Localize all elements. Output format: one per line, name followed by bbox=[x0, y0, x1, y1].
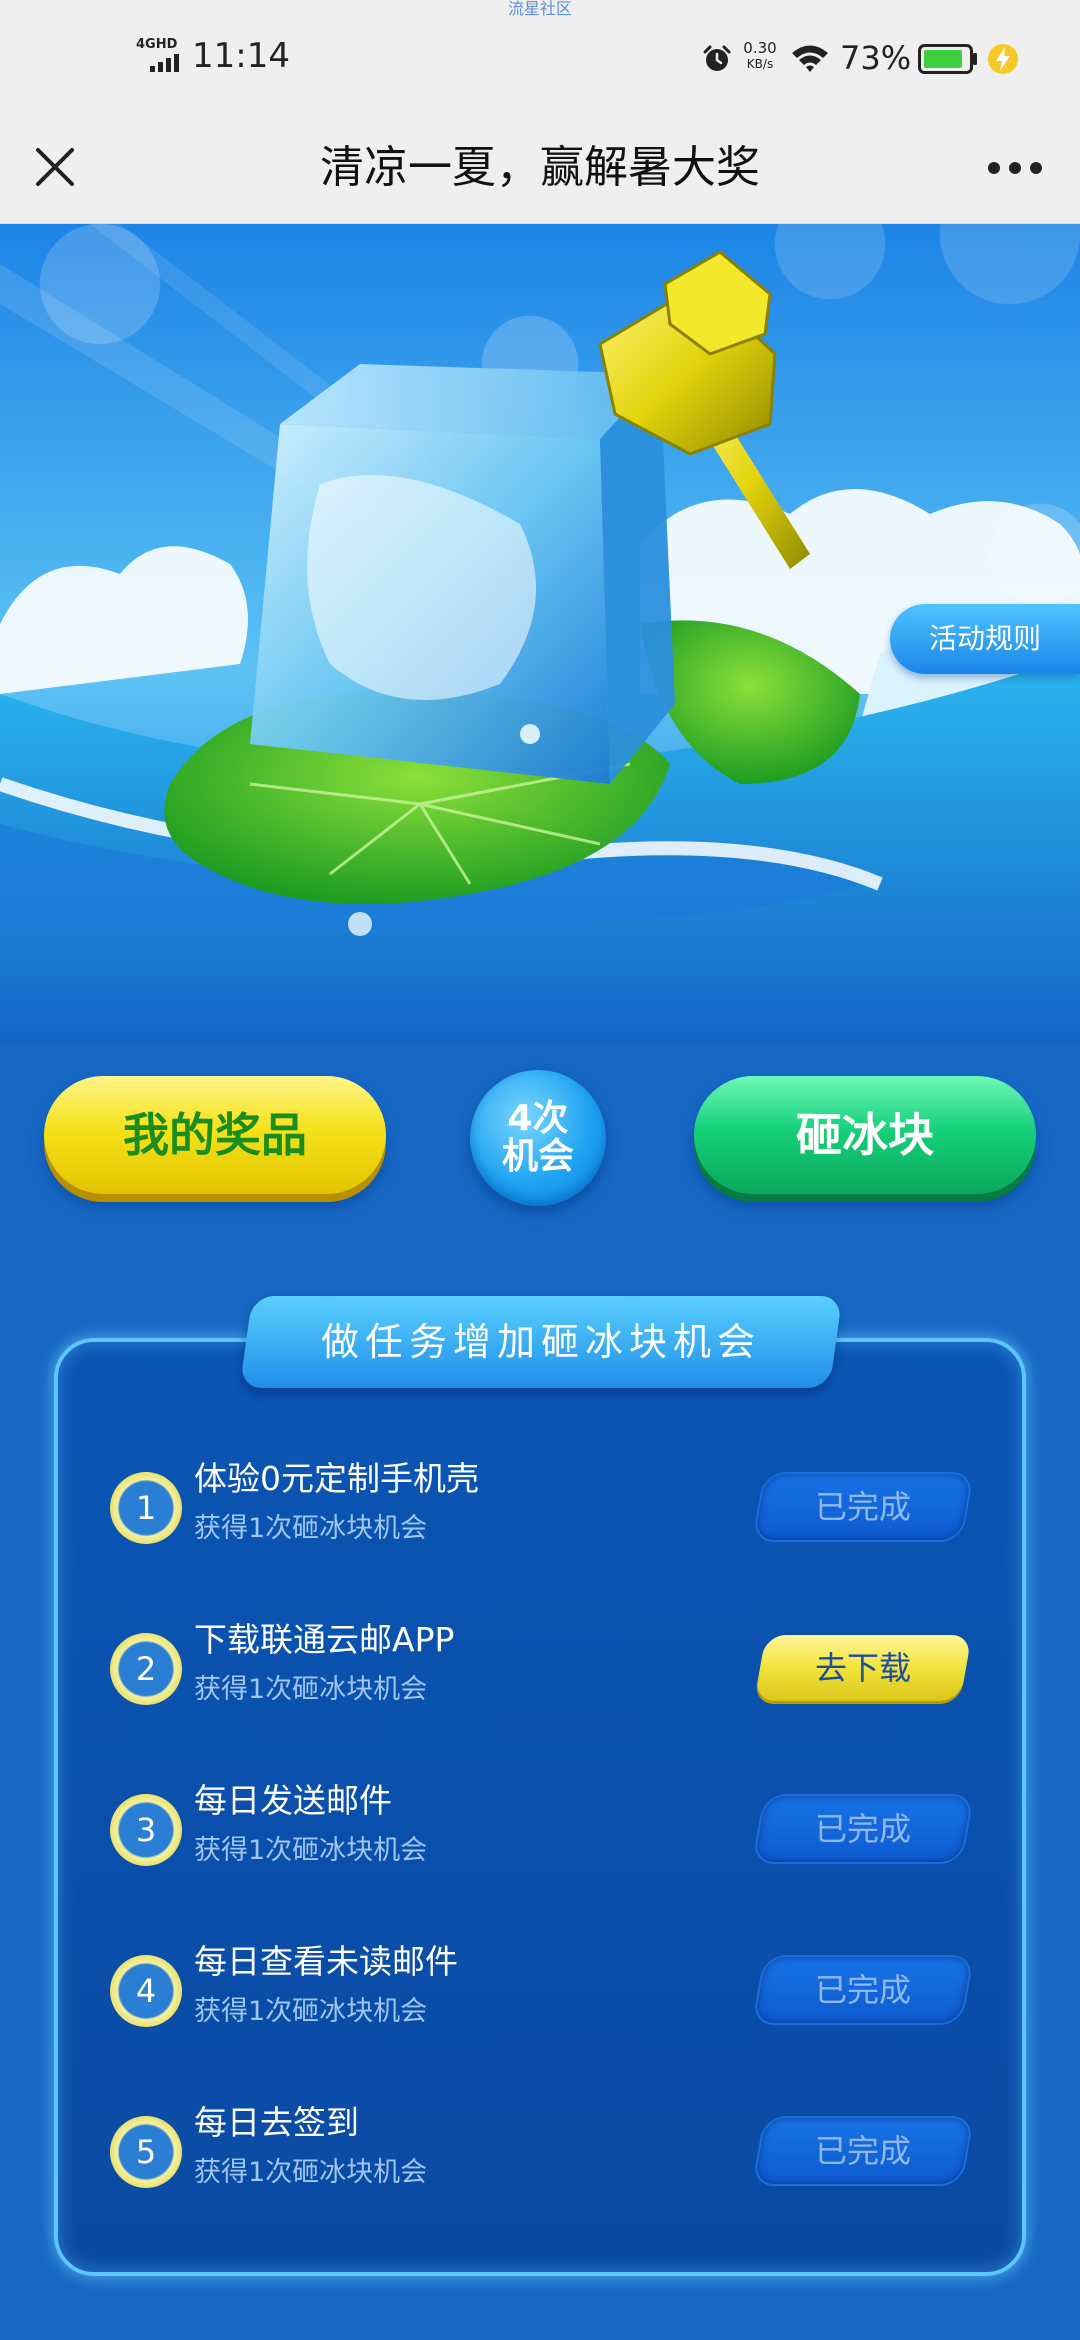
task-reward: 获得1次砸冰块机会 bbox=[194, 1674, 428, 1705]
signal-bars-icon bbox=[150, 54, 179, 72]
task-reward: 获得1次砸冰块机会 bbox=[194, 2157, 428, 2188]
task-completed-button[interactable]: 已完成 bbox=[754, 1796, 972, 1862]
page-title: 清凉一夏，赢解暑大奖 bbox=[320, 142, 760, 193]
task-action-label: 去下载 bbox=[814, 1649, 911, 1687]
task-number-badge: 4 bbox=[110, 1955, 182, 2027]
task-reward: 获得1次砸冰块机会 bbox=[194, 1996, 428, 2027]
network-type-label: 4GHD bbox=[136, 37, 178, 52]
nav-bar: 清凉一夏，赢解暑大奖 bbox=[0, 112, 1080, 224]
charging-icon bbox=[988, 44, 1018, 74]
task-action-label: 已完成 bbox=[814, 1971, 911, 2009]
close-icon[interactable] bbox=[30, 142, 80, 192]
network-speed: 0.30 KB/s bbox=[740, 40, 780, 72]
task-item: 2 下载联通云邮APP 获得1次砸冰块机会 去下载 bbox=[110, 1611, 990, 1731]
wifi-icon bbox=[792, 45, 828, 72]
task-item: 3 每日发送邮件 获得1次砸冰块机会 已完成 bbox=[110, 1772, 990, 1892]
signal-indicator: 4GHD bbox=[136, 38, 186, 74]
task-reward: 获得1次砸冰块机会 bbox=[194, 1513, 428, 1544]
task-panel-title: 做任务增加砸冰块机会 bbox=[320, 1320, 761, 1364]
more-options-icon[interactable] bbox=[980, 146, 1050, 190]
task-number-badge: 3 bbox=[110, 1794, 182, 1866]
task-item: 5 每日去签到 获得1次砸冰块机会 已完成 bbox=[110, 2094, 990, 2214]
clock-time: 11:14 bbox=[192, 36, 290, 76]
chance-count-badge: 4次 机会 bbox=[470, 1070, 606, 1206]
activity-rules-button[interactable]: 活动规则 bbox=[890, 604, 1080, 674]
task-completed-button[interactable]: 已完成 bbox=[754, 2118, 972, 2184]
task-download-button[interactable]: 去下载 bbox=[754, 1635, 972, 1701]
task-number-badge: 2 bbox=[110, 1633, 182, 1705]
chance-count: 4次 bbox=[507, 1098, 569, 1139]
task-completed-button[interactable]: 已完成 bbox=[754, 1474, 972, 1540]
task-title: 每日发送邮件 bbox=[194, 1781, 392, 1820]
task-title: 体验0元定制手机壳 bbox=[194, 1459, 479, 1498]
task-action-label: 已完成 bbox=[814, 2132, 911, 2170]
battery-icon bbox=[918, 44, 977, 74]
task-number-badge: 5 bbox=[110, 2116, 182, 2188]
network-speed-unit: KB/s bbox=[746, 57, 774, 71]
task-title: 下载联通云邮APP bbox=[194, 1620, 455, 1659]
hero-banner: 活动规则 bbox=[0, 224, 1080, 1044]
alarm-icon bbox=[703, 45, 731, 71]
watermark: 流星社区 bbox=[507, 0, 572, 18]
task-action-label: 已完成 bbox=[814, 1488, 911, 1526]
my-prizes-button[interactable]: 我的奖品 bbox=[44, 1076, 386, 1194]
smash-ice-button[interactable]: 砸冰块 bbox=[694, 1076, 1036, 1194]
task-reward: 获得1次砸冰块机会 bbox=[194, 1835, 428, 1866]
task-number-badge: 1 bbox=[110, 1472, 182, 1544]
battery-percent: 73% bbox=[840, 39, 912, 77]
task-title: 每日去签到 bbox=[194, 2103, 359, 2142]
network-speed-value: 0.30 bbox=[743, 39, 777, 57]
task-item: 1 体验0元定制手机壳 获得1次砸冰块机会 已完成 bbox=[110, 1450, 990, 1570]
task-completed-button[interactable]: 已完成 bbox=[754, 1957, 972, 2023]
task-title: 每日查看未读邮件 bbox=[194, 1942, 458, 1981]
task-item: 4 每日查看未读邮件 获得1次砸冰块机会 已完成 bbox=[110, 1933, 990, 2053]
task-action-label: 已完成 bbox=[814, 1810, 911, 1848]
chance-label: 机会 bbox=[501, 1136, 574, 1177]
